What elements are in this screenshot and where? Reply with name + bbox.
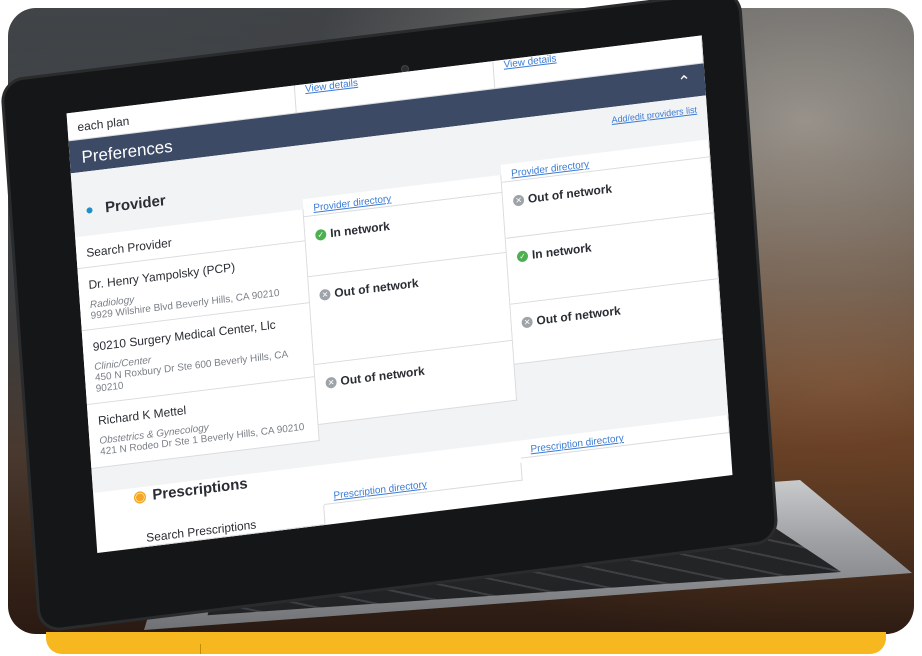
laptop-screen: each plan View details View details Pref… bbox=[66, 35, 733, 553]
x-icon: ✕ bbox=[512, 194, 525, 207]
accent-bar-tick bbox=[200, 644, 201, 654]
network-status: Out of network bbox=[527, 181, 613, 206]
prescription-directory-link-1-text[interactable]: Prescription directory bbox=[333, 479, 427, 501]
x-icon: ✕ bbox=[325, 376, 337, 390]
accent-bar bbox=[46, 632, 886, 654]
x-icon: ✕ bbox=[521, 316, 533, 329]
network-status: In network bbox=[329, 218, 391, 241]
network-status: Out of network bbox=[333, 275, 419, 301]
check-icon: ✓ bbox=[314, 229, 327, 242]
network-status: Out of network bbox=[340, 363, 426, 389]
pills-icon: ◉ bbox=[132, 487, 148, 507]
x-icon: ✕ bbox=[319, 288, 331, 302]
check-icon: ✓ bbox=[516, 250, 529, 263]
network-status: Out of network bbox=[536, 303, 622, 328]
chevron-up-icon[interactable]: ⌃ bbox=[677, 71, 692, 93]
network-status: In network bbox=[531, 240, 592, 262]
user-icon: ● bbox=[84, 200, 95, 218]
prescription-directory-link-1[interactable]: Prescription directory bbox=[322, 462, 523, 505]
